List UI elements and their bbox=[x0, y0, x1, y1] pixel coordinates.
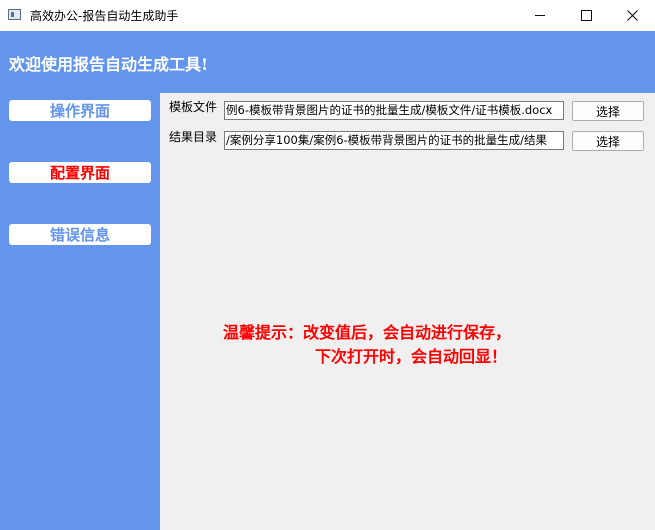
app-icon bbox=[8, 9, 21, 20]
tip-line-1: 温馨提示：改变值后，会自动进行保存， bbox=[223, 323, 512, 342]
template-select-button[interactable]: 选择 bbox=[572, 101, 644, 121]
tip-line-2: 下次打开时，会自动回显！ bbox=[315, 347, 508, 366]
result-select-button[interactable]: 选择 bbox=[572, 131, 644, 151]
result-dir-value: /案例分享100集/案例6-模板带背景图片的证书的批量生成/结果 bbox=[226, 133, 548, 147]
template-file-field[interactable]: 例6-模板带背景图片的证书的批量生成/模板文件/证书模板.docx bbox=[224, 101, 564, 120]
minimize-icon bbox=[535, 15, 545, 16]
window-title: 高效办公-报告自动生成助手 bbox=[30, 9, 179, 23]
close-icon bbox=[626, 10, 638, 21]
title-bar: 高效办公-报告自动生成助手 bbox=[0, 0, 655, 31]
close-button[interactable] bbox=[609, 0, 655, 31]
nav-operation-button[interactable]: 操作界面 bbox=[9, 100, 151, 121]
maximize-button[interactable] bbox=[563, 0, 609, 31]
template-file-label: 模板文件 bbox=[169, 100, 218, 114]
result-dir-field[interactable]: /案例分享100集/案例6-模板带背景图片的证书的批量生成/结果 bbox=[224, 131, 564, 150]
nav-error-button[interactable]: 错误信息 bbox=[9, 224, 151, 245]
nav-config-button[interactable]: 配置界面 bbox=[9, 162, 151, 183]
welcome-text: 欢迎使用报告自动生成工具! bbox=[9, 55, 209, 74]
maximize-icon bbox=[580, 10, 592, 21]
minimize-button[interactable] bbox=[517, 0, 563, 31]
config-panel bbox=[160, 93, 655, 530]
template-file-value: 例6-模板带背景图片的证书的批量生成/模板文件/证书模板.docx bbox=[226, 103, 553, 117]
sidebar bbox=[0, 93, 160, 530]
result-dir-label: 结果目录 bbox=[169, 130, 218, 144]
